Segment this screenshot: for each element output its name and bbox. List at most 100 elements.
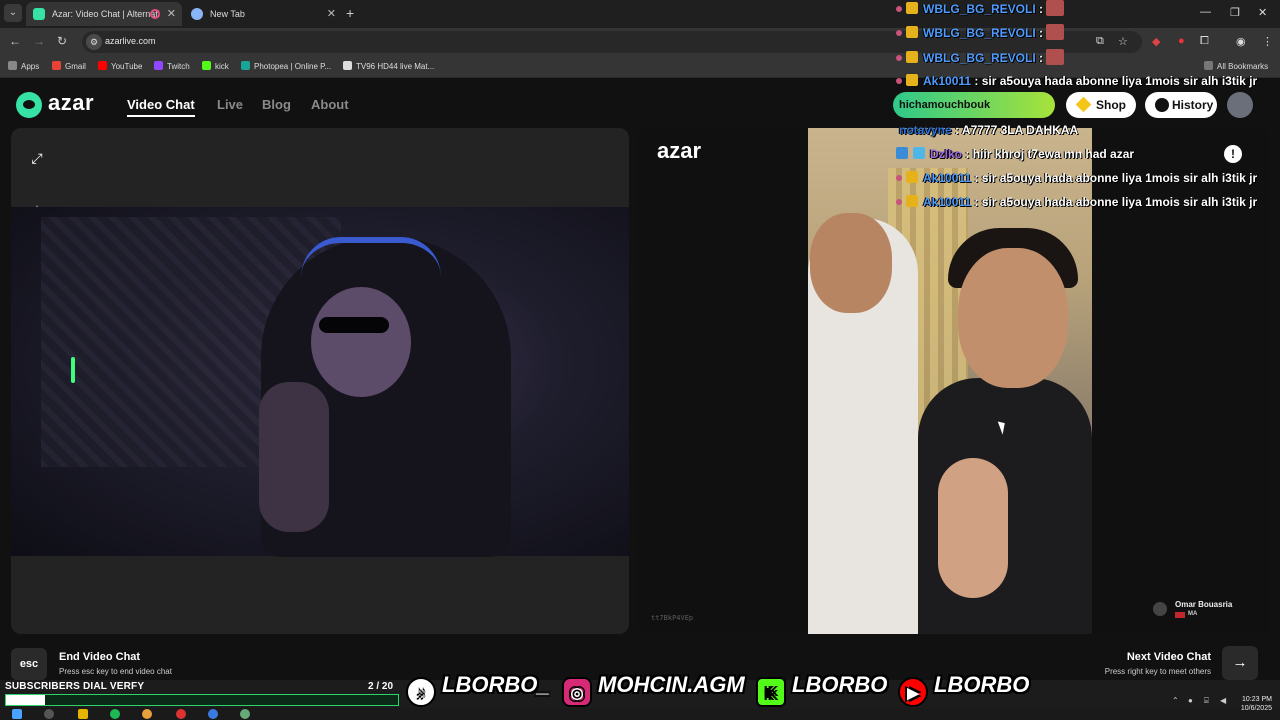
site-info-icon[interactable]: ⚙: [86, 34, 102, 50]
tab-title: Azar: Video Chat | Alternati: [52, 9, 160, 19]
subscribers-goal-count: 2 / 20: [368, 681, 394, 692]
bookmark-youtube[interactable]: YouTube: [98, 61, 142, 71]
kick-icon: K: [756, 677, 786, 707]
history-button[interactable]: History: [1145, 92, 1217, 118]
bookmark-gmail[interactable]: Gmail: [52, 61, 86, 71]
folder-icon: [1204, 61, 1213, 70]
tab-new-tab[interactable]: New Tab ✕: [184, 2, 342, 26]
badge-dot-icon: [896, 175, 902, 181]
extension-icon[interactable]: ◆: [1152, 35, 1160, 48]
extension-icon[interactable]: ●: [1178, 35, 1185, 47]
nav-live[interactable]: Live: [217, 97, 243, 112]
app-icon[interactable]: [208, 709, 218, 719]
windows-taskbar: 10:23 PM 10/6/2025: [0, 696, 1280, 720]
tiktok-icon: ♪: [406, 677, 436, 707]
chat-message: WBLG_BG_REVOLI :: [896, 0, 1065, 16]
file-explorer-icon[interactable]: [78, 709, 88, 719]
bookmark-photopea[interactable]: Photopea | Online P...: [241, 61, 331, 71]
shop-button[interactable]: Shop: [1066, 92, 1136, 118]
social-youtube: ▶ LBORBO: [898, 672, 1029, 708]
peer-name: Omar Bouasria: [1175, 600, 1233, 609]
esc-key-button[interactable]: esc: [11, 648, 47, 680]
peer-face-right: [958, 248, 1068, 388]
gem-icon: [1075, 96, 1092, 113]
app-icon[interactable]: [240, 709, 250, 719]
badge-dot-icon: [896, 6, 902, 12]
thumbs-up-hand: [259, 382, 329, 532]
self-video-panel: ⤢ ✦ ☻: [11, 128, 629, 634]
social-kick: K LBORBO: [756, 672, 887, 708]
spotify-icon[interactable]: [110, 709, 120, 719]
minimize-icon[interactable]: —: [1200, 6, 1211, 18]
nav-about[interactable]: About: [311, 97, 349, 112]
azar-page: azar Video Chat Live Blog About hichamou…: [0, 78, 1280, 680]
peer-user-info[interactable]: Omar Bouasria MA: [1153, 598, 1257, 624]
chat-message: Dzlko : hiir khroj t7ewa mn had azar: [896, 147, 1134, 161]
next-video-chat-title[interactable]: Next Video Chat: [1127, 651, 1211, 663]
tab-search-button[interactable]: ⌄: [4, 4, 22, 22]
bookmark-apps[interactable]: Apps: [8, 61, 39, 71]
azar-logo-text[interactable]: azar: [48, 90, 94, 116]
report-alert-icon[interactable]: !: [1224, 145, 1242, 163]
instagram-icon: ◎: [562, 677, 592, 707]
next-arrow-button[interactable]: →: [1222, 646, 1258, 680]
profile-avatar[interactable]: [1227, 92, 1253, 118]
headset: [301, 237, 441, 277]
azar-logo-icon[interactable]: [16, 92, 42, 118]
volume-icon[interactable]: ◀: [1220, 696, 1226, 705]
kick-icon: [202, 61, 211, 70]
social-tiktok: ♪ LBORBO_: [406, 672, 550, 708]
microphone-icon[interactable]: ●: [1188, 696, 1193, 705]
photopea-icon: [241, 61, 250, 70]
chat-message: WBLG_BG_REVOLI :: [896, 49, 1065, 65]
install-app-icon[interactable]: ⧉: [1096, 35, 1104, 48]
expand-icon[interactable]: ⤢: [25, 146, 49, 170]
forward-icon[interactable]: →: [33, 34, 45, 48]
user-promo-pill[interactable]: hichamouchbouk: [893, 92, 1055, 118]
bookmark-tv96[interactable]: TV96 HD44 live Mat...: [343, 61, 434, 71]
end-video-chat-title[interactable]: End Video Chat: [59, 651, 140, 663]
recording-icon: [150, 9, 160, 19]
sub-badge-icon: [906, 195, 918, 207]
clock[interactable]: 10:23 PM 10/6/2025: [1241, 695, 1272, 713]
sunglasses: [319, 317, 389, 333]
obs-icon[interactable]: [176, 709, 186, 719]
chat-message: Ak10011 : sir a5ouya hada abonne liya 1m…: [896, 171, 1257, 185]
reload-icon[interactable]: ↻: [57, 34, 67, 48]
chrome-icon[interactable]: [142, 709, 152, 719]
subscribers-goal-fill: [6, 695, 45, 705]
tab-azar[interactable]: Azar: Video Chat | Alternati ✕: [26, 2, 182, 26]
network-icon[interactable]: ⌸: [1204, 696, 1209, 706]
all-bookmarks[interactable]: All Bookmarks: [1204, 61, 1268, 71]
badge-dot-icon: [896, 199, 902, 205]
back-icon[interactable]: ←: [9, 34, 21, 48]
search-icon[interactable]: [44, 709, 54, 719]
apps-grid-icon: [8, 61, 17, 70]
browser-toolbar: ← → ↻ ⚙ azarlive.com ⧉ ☆ ◆ ● ⧠ ◉ ⋮: [0, 28, 1280, 56]
close-tab-icon[interactable]: ✕: [327, 2, 336, 26]
bookmark-kick[interactable]: kick: [202, 61, 229, 71]
profile-avatar-icon[interactable]: ◉: [1236, 35, 1246, 48]
badge-icon: [913, 147, 925, 159]
extensions-puzzle-icon[interactable]: ⧠: [1200, 35, 1209, 48]
close-tab-icon[interactable]: ✕: [167, 2, 176, 26]
restore-icon[interactable]: ❐: [1230, 6, 1240, 19]
nav-blog[interactable]: Blog: [262, 97, 291, 112]
bookmark-twitch[interactable]: Twitch: [154, 61, 190, 71]
session-id: tt7BkP4VEp: [651, 614, 694, 622]
twitch-icon: [154, 61, 163, 70]
morocco-flag-icon: [1175, 612, 1185, 618]
sub-badge-icon: [906, 74, 918, 86]
clock-date: 10/6/2025: [1240, 705, 1272, 712]
sub-badge-icon: [906, 2, 918, 14]
new-tab-button[interactable]: +: [346, 5, 354, 21]
sub-badge-icon: [906, 171, 918, 183]
azar-favicon-icon: [33, 8, 45, 20]
tray-chevron-icon[interactable]: ⌃: [1172, 696, 1179, 705]
start-icon[interactable]: [12, 709, 22, 719]
emote-icon: [1046, 24, 1065, 40]
nav-video-chat[interactable]: Video Chat: [127, 97, 195, 117]
close-window-icon[interactable]: ✕: [1258, 6, 1267, 19]
menu-kebab-icon[interactable]: ⋮: [1262, 35, 1273, 48]
bookmark-star-icon[interactable]: ☆: [1118, 35, 1128, 48]
